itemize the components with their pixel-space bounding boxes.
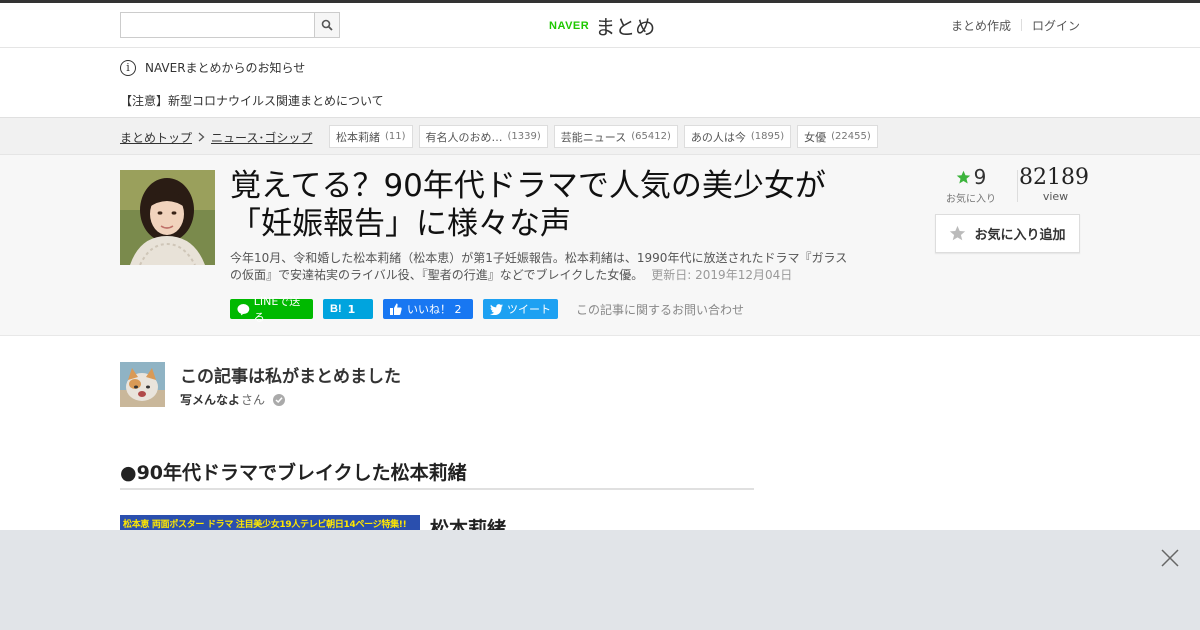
create-matome-link[interactable]: まとめ作成 — [951, 17, 1011, 34]
line-icon — [237, 303, 250, 315]
tag-count: (65412) — [631, 131, 671, 142]
tweet-label: ツイート — [507, 303, 551, 316]
logo-brand: NAVER — [549, 19, 590, 32]
view-label: view — [1042, 190, 1069, 203]
add-favorite-button[interactable]: お気に入り追加 — [935, 214, 1080, 253]
tag-label: あの人は今 — [690, 130, 746, 144]
notice-area: i NAVERまとめからのお知らせ 【注意】新型コロナウイルス関連まとめについて — [0, 48, 1200, 118]
tag-list: 松本莉緒 (11) 有名人のおめ… (1339) 芸能ニュース (65412) あの人… — [329, 125, 884, 148]
site-logo[interactable]: NAVER まとめ — [549, 11, 655, 40]
article-inquiry-link[interactable]: この記事に関するお問い合わせ — [576, 301, 744, 318]
tweet-button[interactable]: ツイート — [483, 299, 558, 319]
notice-heading: NAVERまとめからのお知らせ — [145, 61, 306, 75]
author-honorific: さん — [241, 393, 266, 407]
tag-item[interactable]: 松本莉緒 (11) — [329, 125, 413, 148]
hatena-icon: B! — [330, 303, 342, 315]
breadcrumb-category-link[interactable]: ニュース･ゴシップ — [211, 129, 312, 146]
breadcrumb-bar: まとめトップ ニュース･ゴシップ 松本莉緒 (11) 有名人のおめ… (1339) … — [0, 118, 1200, 155]
article-title: 覚えてる？90年代ドラマで人気の美少女が「妊娠報告」に様々な声 — [230, 168, 826, 242]
article-updated-date: 更新日: 2019年12月04日 — [651, 268, 793, 282]
avatar[interactable] — [120, 362, 165, 407]
tag-label: 有名人のおめ… — [425, 130, 503, 144]
tag-label: 芸能ニュース — [560, 130, 627, 144]
tag-count: (1339) — [507, 131, 541, 142]
tag-label: 松本莉緒 — [336, 130, 380, 144]
close-overlay-button[interactable] — [1160, 548, 1180, 568]
twitter-bird-icon — [490, 303, 503, 315]
star-icon — [956, 170, 970, 183]
line-share-button[interactable]: LINEで送る — [230, 295, 313, 324]
verified-check-icon — [273, 393, 286, 406]
tag-item[interactable]: 有名人のおめ… (1339) — [418, 125, 548, 148]
article-header: 覚えてる？90年代ドラマで人気の美少女が「妊娠報告」に様々な声 今年10月、令和… — [0, 155, 1200, 336]
favorite-stat: 9 お気に入り — [935, 165, 1007, 205]
tag-count: (1895) — [750, 131, 785, 142]
info-icon: i — [120, 59, 136, 76]
facebook-like-button[interactable]: いいね！ 2 — [383, 299, 473, 319]
header-nav: まとめ作成 ログイン — [951, 17, 1080, 34]
tag-count: (22455) — [831, 131, 871, 142]
search-input[interactable] — [121, 13, 315, 37]
section-heading: ●90年代ドラマでブレイクした松本莉緒 — [120, 458, 754, 490]
share-bar: LINEで送る B! 1 いいね！ 2 ツイート この記事に関するお問い合わせ — [230, 295, 744, 324]
search-icon — [321, 19, 333, 31]
facebook-like-label: いいね！ 2 — [407, 303, 462, 316]
search-button[interactable] — [314, 13, 339, 37]
add-favorite-label: お気に入り追加 — [974, 228, 1066, 243]
star-outline-icon — [950, 225, 966, 241]
hatena-count: 1 — [347, 302, 356, 316]
notice-item-link[interactable]: 【注意】新型コロナウイルス関連まとめについて — [120, 92, 384, 109]
tag-label: 女優 — [804, 130, 827, 144]
tag-item[interactable]: あの人は今 (1895) — [683, 125, 792, 148]
chevron-right-icon — [198, 131, 205, 145]
view-count: 82189 — [1019, 165, 1089, 190]
favorite-count: 9 — [973, 165, 987, 189]
logo-name: まとめ — [595, 15, 656, 39]
thumbs-up-icon — [390, 303, 402, 315]
tag-item[interactable]: 芸能ニュース (65412) — [553, 125, 678, 148]
author-heading: この記事は私がまとめました — [180, 367, 401, 387]
close-icon — [1161, 549, 1179, 567]
site-header: NAVER まとめ まとめ作成 ログイン — [0, 3, 1200, 48]
author-block: この記事は私がまとめました 写メんなよ さん — [120, 362, 720, 407]
breadcrumb-top-link[interactable]: まとめトップ — [120, 129, 192, 146]
article-description: 今年10月、令和婚した松本莉緒（松本恵）が第1子妊娠報告。松本莉緒は、1990年… — [230, 250, 850, 284]
author-name-row: 写メんなよ さん — [180, 391, 286, 408]
breadcrumb: まとめトップ ニュース･ゴシップ — [120, 129, 312, 146]
author-name-link[interactable]: 写メんなよ — [180, 391, 240, 408]
tag-count: (11) — [385, 131, 406, 142]
tag-item[interactable]: 女優 (22455) — [797, 125, 878, 148]
line-share-label: LINEで送る — [253, 295, 301, 324]
login-link[interactable]: ログイン — [1032, 17, 1080, 34]
stats-divider — [1017, 170, 1018, 202]
view-stat: 82189 view — [1019, 165, 1089, 203]
nav-divider — [1020, 19, 1022, 31]
hatena-bookmark-button[interactable]: B! 1 — [323, 299, 373, 319]
favorite-label: お気に入り — [946, 194, 996, 205]
search-box — [120, 12, 340, 38]
ad-overlay — [0, 530, 1200, 630]
article-thumbnail[interactable] — [120, 170, 215, 265]
